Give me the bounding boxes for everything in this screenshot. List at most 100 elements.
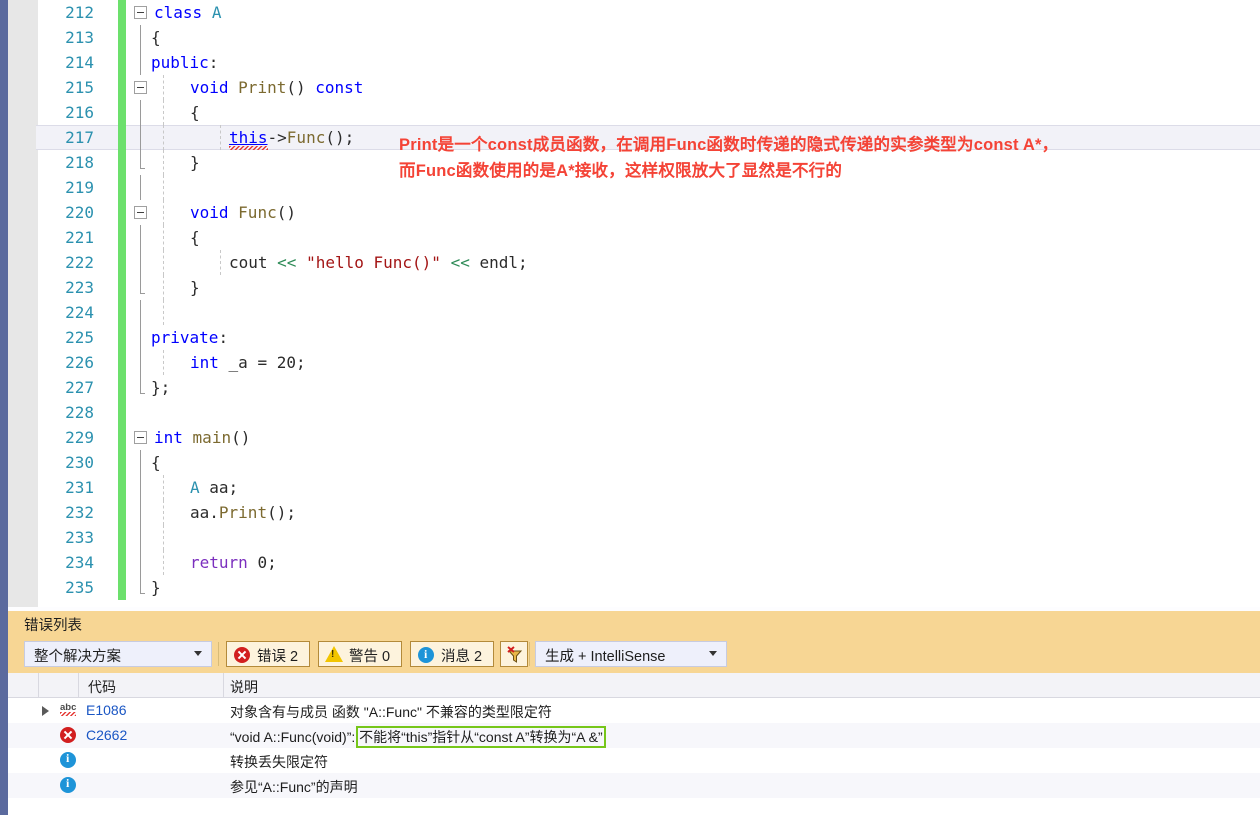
indent-guide bbox=[163, 250, 164, 275]
fold-guide bbox=[140, 50, 141, 75]
code-line[interactable]: 227 }; bbox=[8, 375, 1260, 400]
column-divider[interactable] bbox=[38, 673, 39, 698]
code-text: private: bbox=[151, 328, 229, 347]
indent-guide bbox=[163, 200, 164, 225]
code-line[interactable]: 224 bbox=[8, 300, 1260, 325]
info-icon bbox=[60, 751, 76, 768]
clear-filter-button[interactable] bbox=[500, 641, 528, 667]
change-bar bbox=[118, 125, 126, 150]
table-row[interactable]: 参见“A::Func”的声明 bbox=[8, 773, 1260, 798]
this-keyword: this bbox=[229, 128, 268, 147]
code-text: int _a = 20; bbox=[190, 353, 306, 372]
column-divider[interactable] bbox=[223, 673, 224, 698]
change-bar bbox=[118, 400, 126, 425]
code-line[interactable]: 231 A aa; bbox=[8, 475, 1260, 500]
fold-toggle-icon[interactable] bbox=[134, 431, 147, 444]
line-number: 215 bbox=[65, 78, 94, 97]
code-line[interactable]: 228 bbox=[8, 400, 1260, 425]
table-row[interactable]: C2662 “void A::Func(void)”: 不能将“this”指针从… bbox=[8, 723, 1260, 748]
line-number: 225 bbox=[65, 328, 94, 347]
code-line[interactable]: 230 { bbox=[8, 450, 1260, 475]
change-bar bbox=[118, 450, 126, 475]
table-row[interactable]: 转换丢失限定符 bbox=[8, 748, 1260, 773]
change-bar bbox=[118, 0, 126, 25]
indent-guide bbox=[163, 475, 164, 500]
indent-guide bbox=[163, 100, 164, 125]
row-code: E1086 bbox=[86, 702, 127, 718]
line-number: 222 bbox=[65, 253, 94, 272]
error-icon bbox=[234, 647, 250, 663]
build-source-dropdown[interactable]: 生成 + IntelliSense bbox=[535, 641, 727, 667]
code-line[interactable]: 229 int main() bbox=[8, 425, 1260, 450]
line-number: 235 bbox=[65, 578, 94, 597]
code-text: cout << "hello Func()" << endl; bbox=[229, 253, 528, 272]
visual-studio-window: 212 class A 213 { 214 public: 215 void P… bbox=[0, 0, 1260, 815]
error-list-table[interactable]: 代码 说明 abc E1086 对象含有与成员 函数 "A::Func" 不兼容… bbox=[8, 673, 1260, 815]
code-text: void Print() const bbox=[190, 78, 364, 97]
code-line[interactable]: 232 aa.Print(); bbox=[8, 500, 1260, 525]
code-line[interactable]: 235 } bbox=[8, 575, 1260, 600]
scope-filter-dropdown[interactable]: 整个解决方案 bbox=[24, 641, 212, 667]
code-surface[interactable]: 212 class A 213 { 214 public: 215 void P… bbox=[8, 0, 1260, 607]
fold-toggle-icon[interactable] bbox=[134, 6, 147, 19]
fold-toggle-icon[interactable] bbox=[134, 206, 147, 219]
errors-filter-button[interactable]: 错误 2 bbox=[226, 641, 310, 667]
warnings-filter-button[interactable]: 警告 0 bbox=[318, 641, 402, 667]
code-line[interactable]: 225 private: bbox=[8, 325, 1260, 350]
code-line[interactable]: 220 void Func() bbox=[8, 200, 1260, 225]
code-text: { bbox=[190, 228, 200, 247]
code-line[interactable]: 234 return 0; bbox=[8, 550, 1260, 575]
row-description: 参见“A::Func”的声明 bbox=[230, 779, 358, 795]
error-icon bbox=[60, 727, 76, 743]
code-line[interactable]: 213 { bbox=[8, 25, 1260, 50]
line-number: 213 bbox=[65, 28, 94, 47]
line-number: 223 bbox=[65, 278, 94, 297]
window-left-border bbox=[0, 0, 8, 815]
code-line[interactable]: 215 void Print() const bbox=[8, 75, 1260, 100]
change-bar bbox=[118, 225, 126, 250]
fold-guide bbox=[140, 475, 141, 500]
code-line[interactable]: 216 { bbox=[8, 100, 1260, 125]
table-row[interactable]: abc E1086 对象含有与成员 函数 "A::Func" 不兼容的类型限定符 bbox=[8, 698, 1260, 723]
line-number: 226 bbox=[65, 353, 94, 372]
fold-guide bbox=[140, 325, 141, 350]
column-header-description[interactable]: 说明 bbox=[230, 677, 258, 697]
info-icon bbox=[418, 647, 434, 663]
code-text: { bbox=[151, 28, 161, 47]
change-bar bbox=[118, 575, 126, 600]
code-line[interactable]: 222 cout << "hello Func()" << endl; bbox=[8, 250, 1260, 275]
code-text: return 0; bbox=[190, 553, 277, 572]
fold-guide bbox=[140, 375, 145, 394]
error-list-pane: 错误列表 整个解决方案 错误 2 警告 0 消息 2 bbox=[8, 607, 1260, 815]
line-number: 224 bbox=[65, 303, 94, 322]
line-number: 227 bbox=[65, 378, 94, 397]
change-bar bbox=[118, 75, 126, 100]
column-header-code[interactable]: 代码 bbox=[88, 677, 116, 697]
change-bar bbox=[118, 300, 126, 325]
row-code: C2662 bbox=[86, 727, 128, 743]
messages-filter-button[interactable]: 消息 2 bbox=[410, 641, 494, 667]
code-editor[interactable]: 212 class A 213 { 214 public: 215 void P… bbox=[8, 0, 1260, 607]
code-line[interactable]: 221 { bbox=[8, 225, 1260, 250]
change-bar bbox=[118, 250, 126, 275]
change-bar bbox=[118, 50, 126, 75]
expand-triangle-icon[interactable] bbox=[42, 706, 49, 716]
code-text: void Func() bbox=[190, 203, 296, 222]
highlight-box bbox=[356, 726, 606, 748]
code-line[interactable]: 226 int _a = 20; bbox=[8, 350, 1260, 375]
indent-guide bbox=[163, 75, 164, 100]
code-line[interactable]: 223 } bbox=[8, 275, 1260, 300]
code-line[interactable]: 212 class A bbox=[8, 0, 1260, 25]
line-number: 228 bbox=[65, 403, 94, 422]
change-bar bbox=[118, 550, 126, 575]
code-line[interactable]: 233 bbox=[8, 525, 1260, 550]
code-text: class A bbox=[154, 3, 222, 22]
column-divider[interactable] bbox=[78, 673, 79, 698]
code-line[interactable]: 214 public: bbox=[8, 50, 1260, 75]
fold-toggle-icon[interactable] bbox=[134, 81, 147, 94]
errors-count-label: 错误 2 bbox=[257, 649, 299, 665]
indent-guide bbox=[163, 150, 164, 175]
info-icon bbox=[60, 776, 76, 793]
line-number: 230 bbox=[65, 453, 94, 472]
fold-guide bbox=[140, 175, 141, 200]
